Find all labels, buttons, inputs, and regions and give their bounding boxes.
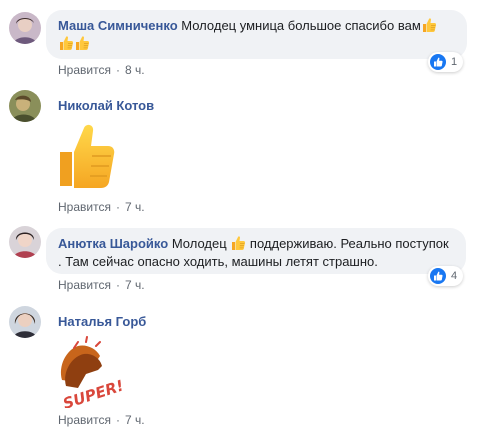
thumbs-up-emoji-icon [230,235,246,251]
comment-text: . Там сейчас опасно ходить, машины летят… [58,254,378,269]
comment-author[interactable]: Анютка Шаройко [58,236,168,251]
comment-text: Молодец [171,236,227,251]
avatar[interactable] [9,226,41,258]
comment-bubble: Анютка Шаройко Молодец поддерживаю. Реал… [46,228,466,274]
separator-dot: · [115,413,120,427]
thumbs-up-sticker-icon [56,122,116,192]
avatar[interactable] [9,306,41,338]
comment-timestamp[interactable]: 7 ч. [125,200,145,214]
separator-dot: · [115,278,120,292]
separator-dot: · [115,63,120,77]
comment-timestamp[interactable]: 7 ч. [125,278,145,292]
comment-timestamp[interactable]: 8 ч. [125,63,145,77]
comment-author[interactable]: Наталья Горб [58,314,146,329]
like-link[interactable]: Нравится [58,63,111,77]
comment-meta: Нравится · 7 ч. [58,278,145,292]
like-reaction-icon [430,54,446,70]
comment-text: поддерживаю. Реально поступок [249,236,449,251]
comment-meta: Нравится · 7 ч. [58,413,145,427]
comment-text: Молодец умница большое спасибо вам [181,18,421,33]
thumbs-up-emoji-icon [74,35,90,51]
comment-meta: Нравится · 8 ч. [58,63,145,77]
comment-author[interactable]: Маша Симниченко [58,18,178,33]
thumbs-up-emoji-icon [421,17,437,33]
reaction-count-badge[interactable]: 4 [428,266,464,286]
like-link[interactable]: Нравится [58,413,111,427]
reaction-count-badge[interactable]: 1 [428,52,464,72]
thumbs-up-emoji-icon [58,35,74,51]
avatar[interactable] [9,90,41,122]
like-link[interactable]: Нравится [58,200,111,214]
separator-dot: · [115,200,120,214]
avatar[interactable] [9,12,41,44]
super-clapping-sticker-icon: SUPER! [56,336,126,413]
reaction-count: 1 [451,56,458,68]
comment-author[interactable]: Николай Котов [58,98,154,113]
like-reaction-icon [430,268,446,284]
reaction-count: 4 [451,270,458,282]
comment-bubble: Маша Симниченко Молодец умница большое с… [46,10,467,59]
comment-timestamp[interactable]: 7 ч. [125,413,145,427]
like-link[interactable]: Нравится [58,278,111,292]
comment-meta: Нравится · 7 ч. [58,200,145,214]
